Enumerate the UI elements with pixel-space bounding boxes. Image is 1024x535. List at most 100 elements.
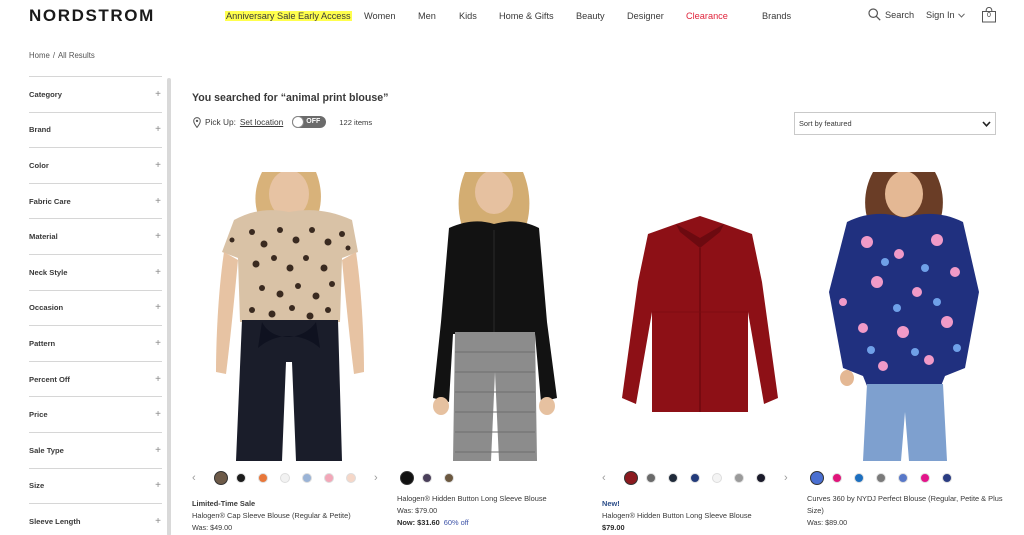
nav-clearance[interactable]: Clearance xyxy=(686,11,728,21)
nordstrom-logo[interactable]: NORDSTROM xyxy=(29,6,155,26)
filter-facet[interactable]: Neck Style + xyxy=(29,253,162,290)
color-swatch[interactable] xyxy=(876,473,886,483)
color-swatch[interactable] xyxy=(624,471,638,485)
plus-icon: + xyxy=(155,266,161,278)
breadcrumb-current: All Results xyxy=(57,51,95,60)
plus-icon: + xyxy=(155,195,161,207)
product-image[interactable] xyxy=(192,172,388,461)
filter-facet[interactable]: Sleeve Length + xyxy=(29,503,162,535)
filter-facet[interactable]: Pattern + xyxy=(29,325,162,361)
filter-facet[interactable]: Size + xyxy=(29,467,162,504)
plus-icon: + xyxy=(155,159,161,171)
product-image[interactable] xyxy=(397,172,593,461)
search-button[interactable]: Search xyxy=(868,8,914,21)
filter-facet[interactable]: Occasion + xyxy=(29,289,162,326)
set-location-link[interactable]: Set location xyxy=(240,117,283,127)
color-swatch[interactable] xyxy=(920,473,930,483)
filter-facet[interactable]: Brand + xyxy=(29,111,162,148)
product-name[interactable]: Halogen® Cap Sleeve Blouse (Regular & Pe… xyxy=(192,510,392,522)
filter-facet-label: Price xyxy=(29,410,48,420)
color-swatches xyxy=(397,470,593,486)
color-swatch[interactable] xyxy=(214,471,228,485)
nav-women[interactable]: Women xyxy=(364,11,396,21)
product-image[interactable] xyxy=(807,172,1003,461)
product-badge: Limited-Time Sale xyxy=(192,499,256,508)
sign-in-button[interactable]: Sign In xyxy=(926,10,965,20)
nav-designer[interactable]: Designer xyxy=(627,11,664,21)
color-swatch[interactable] xyxy=(734,473,744,483)
filter-facet[interactable]: Color + xyxy=(29,147,162,183)
filter-facet-label: Brand xyxy=(29,125,51,135)
filter-facet-label: Color xyxy=(29,160,49,170)
nav-anniversary-sale[interactable]: Anniversary Sale Early Access xyxy=(225,11,352,21)
product-name[interactable]: Halogen® Hidden Button Long Sleeve Blous… xyxy=(397,493,597,505)
product-was-price: Was: $89.00 xyxy=(807,518,848,527)
nav-home-gifts[interactable]: Home & Gifts xyxy=(499,11,554,21)
nav-brands[interactable]: Brands xyxy=(762,11,791,21)
color-swatch[interactable] xyxy=(756,473,766,483)
plus-icon: + xyxy=(155,302,161,314)
chevron-right-icon[interactable]: › xyxy=(374,472,378,484)
color-swatch[interactable] xyxy=(646,473,656,483)
filter-facet-label: Fabric Care xyxy=(29,196,71,206)
filter-facet[interactable]: Sale Type + xyxy=(29,431,162,468)
product-was-price: Was: $49.00 xyxy=(192,523,233,532)
color-swatch[interactable] xyxy=(258,473,268,483)
product-image[interactable] xyxy=(602,172,798,461)
product-name[interactable]: Halogen® Hidden Button Long Sleeve Blous… xyxy=(602,510,802,522)
plus-icon: + xyxy=(155,88,161,100)
color-swatch[interactable] xyxy=(346,473,356,483)
search-label: Search xyxy=(885,9,915,20)
color-swatch[interactable] xyxy=(324,473,334,483)
sort-select[interactable]: Sort by featured xyxy=(794,112,996,135)
color-swatch[interactable] xyxy=(898,473,908,483)
filter-facet[interactable]: Percent Off + xyxy=(29,360,162,397)
product-was-price: Was: $79.00 xyxy=(397,506,438,515)
shopping-bag-button[interactable]: 0 xyxy=(981,7,997,23)
color-swatch[interactable] xyxy=(810,471,824,485)
pickup-toggle[interactable]: OFF xyxy=(292,116,327,128)
product-now-price-row: $79.00 xyxy=(602,522,802,534)
pickup-bar: Pick Up: Set location OFF 122 items xyxy=(193,116,372,128)
filter-facet[interactable]: Fabric Care + xyxy=(29,182,162,219)
nav-beauty[interactable]: Beauty xyxy=(576,11,605,21)
filter-facet[interactable]: Material + xyxy=(29,218,162,254)
color-swatch[interactable] xyxy=(280,473,290,483)
chevron-left-icon[interactable]: ‹ xyxy=(602,472,606,484)
filter-facet-label: Pattern xyxy=(29,338,56,348)
color-swatch[interactable] xyxy=(690,473,700,483)
filter-facet-label: Material xyxy=(29,232,58,242)
bag-count: 0 xyxy=(987,12,991,19)
breadcrumb-separator: / xyxy=(52,51,55,60)
color-swatch[interactable] xyxy=(444,473,454,483)
color-swatch[interactable] xyxy=(236,473,246,483)
sort-selected-value: Sort by featured xyxy=(799,119,852,128)
filter-facet[interactable]: Price + xyxy=(29,396,162,432)
sidebar-scrollbar[interactable] xyxy=(167,78,171,535)
filter-facet-label: Neck Style xyxy=(29,267,68,277)
chevron-left-icon[interactable]: ‹ xyxy=(192,472,196,484)
color-swatch[interactable] xyxy=(942,473,952,483)
color-swatch[interactable] xyxy=(712,473,722,483)
nav-kids[interactable]: Kids xyxy=(459,11,477,21)
color-swatch[interactable] xyxy=(302,473,312,483)
color-swatch[interactable] xyxy=(854,473,864,483)
product-info: Halogen® Hidden Button Long Sleeve Blous… xyxy=(397,493,597,529)
product-info: Limited-Time Sale Halogen® Cap Sleeve Blo… xyxy=(192,498,392,534)
product-name[interactable]: Curves 360 by NYDJ Perfect Blouse (Regul… xyxy=(807,493,1007,517)
toggle-label: OFF xyxy=(306,118,321,125)
color-swatch[interactable] xyxy=(422,473,432,483)
color-swatch[interactable] xyxy=(832,473,842,483)
filter-facet[interactable]: Category + xyxy=(29,76,162,112)
nav-men[interactable]: Men xyxy=(418,11,436,21)
color-swatch[interactable] xyxy=(400,471,414,485)
color-swatches: ‹ › xyxy=(602,470,798,486)
breadcrumb-home[interactable]: Home xyxy=(29,51,50,60)
filter-facet-label: Percent Off xyxy=(29,374,70,384)
color-swatch[interactable] xyxy=(668,473,678,483)
items-count: 122 items xyxy=(339,117,373,127)
chevron-down-icon xyxy=(957,12,965,18)
plus-icon: + xyxy=(155,373,161,385)
toggle-knob xyxy=(292,116,305,128)
chevron-right-icon[interactable]: › xyxy=(784,472,788,484)
